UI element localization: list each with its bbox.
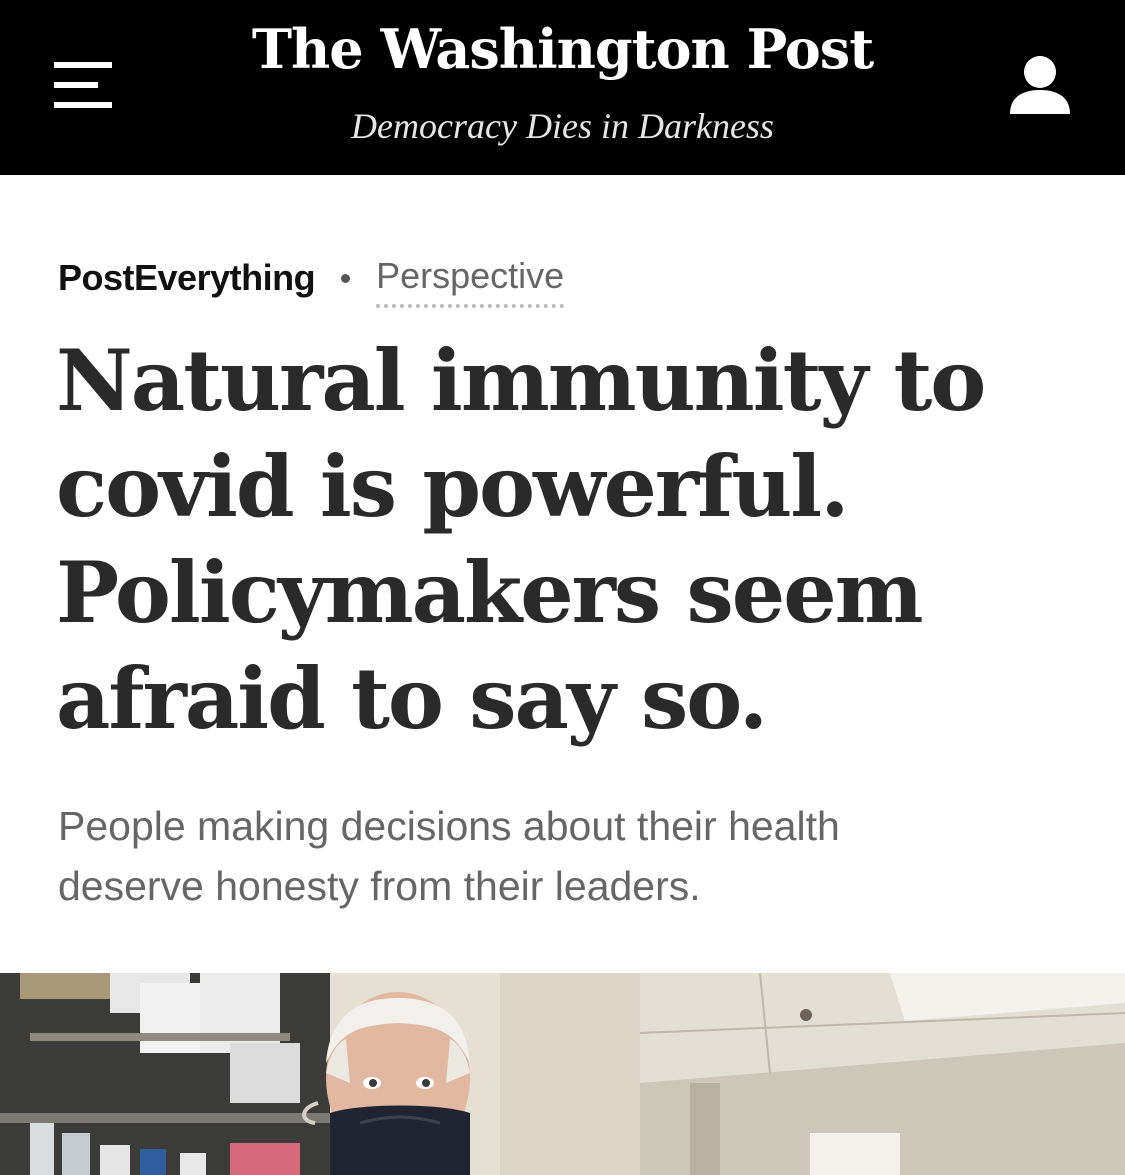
user-account-icon — [1010, 56, 1070, 114]
subheadline-line: People making decisions about their heal… — [58, 803, 840, 849]
headline-line: covid is powerful. — [56, 437, 849, 536]
headline-line: Natural immunity to — [56, 331, 986, 430]
perspective-label-link[interactable]: Perspective — [376, 254, 565, 308]
account-button[interactable] — [1004, 52, 1076, 122]
site-tagline: Democracy Dies in Darkness — [351, 106, 774, 146]
site-logo[interactable]: The Washington Post — [0, 14, 1125, 84]
lead-photo — [0, 973, 1125, 1175]
headline-line: Policymakers seem — [56, 543, 924, 642]
headline-line: afraid to say so. — [56, 649, 768, 748]
lead-photo-image — [0, 973, 1125, 1175]
section-link[interactable]: PostEverything — [58, 256, 316, 300]
article-kicker: PostEverything Perspective — [58, 250, 565, 308]
kicker-separator — [341, 273, 351, 283]
subheadline-line: deserve honesty from their leaders. — [58, 863, 701, 909]
article-headline: Natural immunity to covid is powerful. P… — [56, 328, 1076, 752]
masthead: The Washington Post Democracy Dies in Da… — [0, 0, 1125, 175]
article-subheadline: People making decisions about their heal… — [58, 796, 1038, 916]
